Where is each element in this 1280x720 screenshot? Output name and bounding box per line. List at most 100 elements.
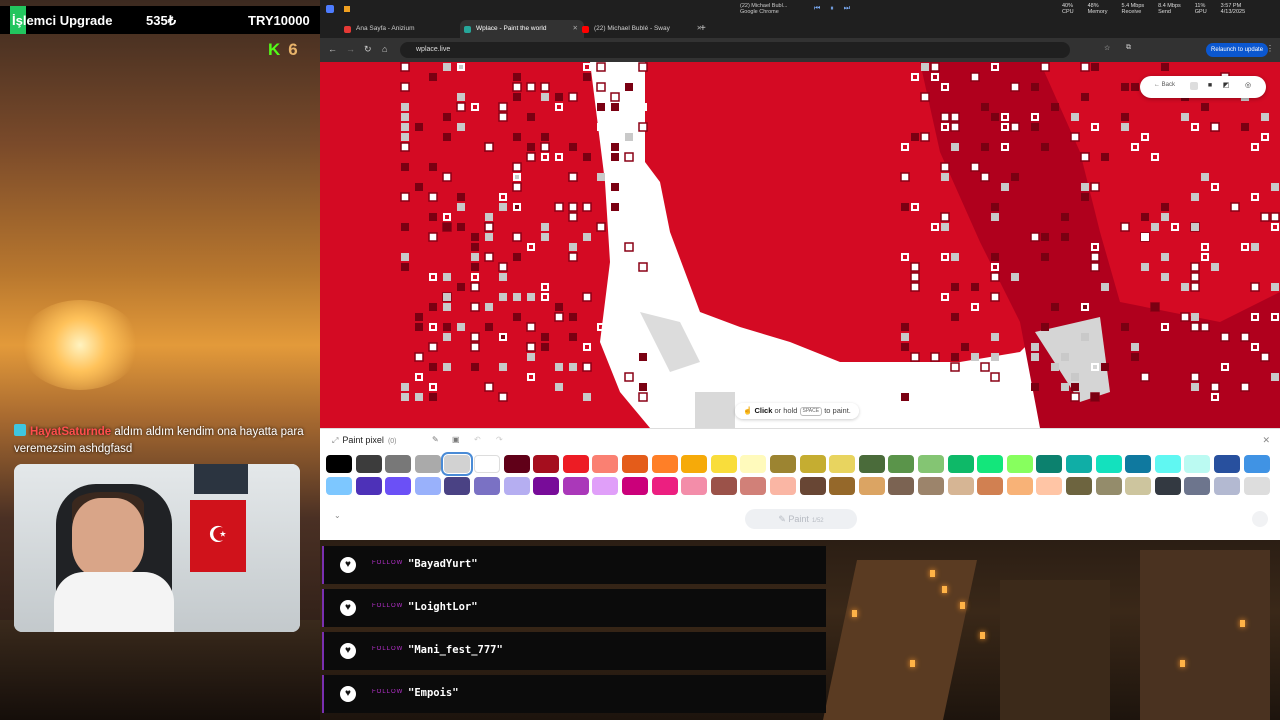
tab-wplace[interactable]: Wplace - Paint the world ✕ (460, 20, 584, 38)
color-swatch[interactable] (414, 455, 441, 473)
color-swatch[interactable] (888, 477, 915, 495)
color-swatch[interactable] (355, 455, 382, 473)
color-swatch[interactable] (858, 455, 885, 473)
color-swatch[interactable] (1006, 455, 1033, 473)
relaunch-button[interactable]: Relaunch to update (1206, 43, 1269, 57)
kick-count: 6 (288, 40, 298, 59)
color-swatch[interactable] (503, 477, 530, 495)
menu-dots-icon[interactable]: ⋮ (1266, 44, 1274, 53)
square-icon[interactable]: ■ (1206, 82, 1214, 90)
color-swatch[interactable] (1243, 477, 1270, 495)
bookmark-star-icon[interactable]: ☆ (1104, 44, 1110, 52)
color-swatch[interactable] (1066, 455, 1092, 473)
color-swatch[interactable] (918, 477, 944, 495)
color-swatch[interactable] (888, 455, 915, 473)
color-swatch[interactable] (503, 455, 530, 473)
back-link[interactable]: ← Back (1154, 82, 1175, 88)
color-swatch[interactable] (740, 455, 767, 473)
save-icon[interactable]: ▣ (452, 435, 460, 444)
extensions-icon[interactable]: ⧉ (1126, 44, 1131, 52)
color-swatch[interactable] (858, 477, 885, 495)
reload-icon[interactable]: ↻ (364, 44, 372, 55)
color-swatch[interactable] (740, 477, 767, 495)
image-icon[interactable]: ◩ (1222, 82, 1230, 90)
close-icon[interactable]: ✕ (1262, 435, 1270, 446)
color-swatch[interactable] (1154, 477, 1181, 495)
color-swatch[interactable] (977, 477, 1004, 495)
color-swatch[interactable] (710, 455, 737, 473)
color-swatch[interactable] (1125, 455, 1152, 473)
tab-label: Wplace - Paint the world (476, 25, 547, 32)
color-swatch[interactable] (710, 477, 737, 495)
media-playback-icons[interactable]: ⏮⏸⏭ (814, 5, 860, 13)
pixel-canvas[interactable]: ← Back ■ ◩ ◎ ☝ Click or hold SPACE to pa… (320, 62, 1280, 428)
color-swatch[interactable] (1036, 477, 1063, 495)
color-swatch[interactable] (799, 455, 826, 473)
color-swatch[interactable] (1036, 455, 1063, 473)
color-swatch[interactable] (1006, 477, 1033, 495)
folder-icon[interactable] (344, 6, 350, 12)
follow-alert: ♥ FOLLOW "Mani_fest_777" (322, 632, 826, 670)
color-swatch[interactable] (651, 455, 678, 473)
color-swatch[interactable] (947, 477, 974, 495)
color-swatch[interactable] (1125, 477, 1152, 495)
kick-viewer-badge: K6 (268, 40, 298, 60)
color-swatch[interactable] (1184, 477, 1211, 495)
color-swatch[interactable] (474, 455, 500, 473)
follow-label: FOLLOW (372, 689, 404, 695)
color-swatch[interactable] (1095, 477, 1122, 495)
color-swatch[interactable] (829, 455, 856, 473)
color-swatch[interactable] (770, 455, 796, 473)
color-swatch[interactable] (385, 455, 412, 473)
media-control[interactable]: (22) Michael Bubl... Google Chrome (740, 3, 787, 15)
color-swatch[interactable] (770, 477, 796, 495)
color-swatch[interactable] (681, 477, 708, 495)
color-swatch[interactable] (829, 477, 856, 495)
color-swatch[interactable] (1214, 477, 1240, 495)
color-swatch[interactable] (1154, 455, 1181, 473)
collapse-icon[interactable]: ⌄ (334, 511, 341, 520)
pencil-icon[interactable]: ✎ (432, 435, 439, 444)
color-swatch[interactable] (947, 455, 974, 473)
color-swatch[interactable] (444, 477, 471, 495)
color-swatch[interactable] (1066, 477, 1092, 495)
palette-icon[interactable]: ◎ (1244, 82, 1252, 90)
color-swatch[interactable] (918, 455, 944, 473)
color-swatch[interactable] (474, 477, 500, 495)
redo-icon[interactable]: ↷ (496, 435, 503, 444)
color-swatch[interactable] (1214, 455, 1240, 473)
cursor-mode-button[interactable] (1252, 511, 1268, 527)
color-swatch[interactable] (414, 477, 441, 495)
color-swatch[interactable] (622, 455, 648, 473)
back-arrow-icon[interactable]: ← (328, 44, 337, 54)
color-swatch[interactable] (326, 477, 352, 495)
new-tab-icon[interactable]: + (700, 23, 706, 34)
color-swatch[interactable] (533, 455, 560, 473)
color-swatch[interactable] (562, 477, 589, 495)
tab-anizium[interactable]: Ana Sayfa - Anizium ✕ (340, 20, 474, 38)
color-swatch[interactable] (355, 477, 382, 495)
color-swatch[interactable] (385, 477, 412, 495)
color-swatch[interactable] (592, 455, 619, 473)
expand-icon[interactable]: ⤢ (332, 436, 338, 445)
layer-icon[interactable] (1190, 82, 1198, 90)
color-swatch[interactable] (1243, 455, 1270, 473)
color-swatch[interactable] (651, 477, 678, 495)
color-swatch[interactable] (799, 477, 826, 495)
forward-arrow-icon[interactable]: → (346, 44, 355, 54)
color-swatch[interactable] (533, 477, 560, 495)
tab-youtube[interactable]: (22) Michael Bublé - Sway ✕ (578, 20, 708, 38)
color-swatch[interactable] (622, 477, 648, 495)
color-swatch[interactable] (562, 455, 589, 473)
color-swatch[interactable] (1095, 455, 1122, 473)
paint-button[interactable]: ✎ Paint 1/52 (745, 509, 857, 529)
color-swatch[interactable] (977, 455, 1004, 473)
color-swatch[interactable] (441, 452, 474, 476)
color-swatch[interactable] (326, 455, 352, 473)
url-field[interactable]: wplace.live (400, 42, 1070, 58)
color-swatch[interactable] (681, 455, 708, 473)
color-swatch[interactable] (592, 477, 619, 495)
color-swatch[interactable] (1184, 455, 1211, 473)
home-icon[interactable]: ⌂ (382, 44, 387, 54)
undo-icon[interactable]: ↶ (474, 435, 481, 444)
